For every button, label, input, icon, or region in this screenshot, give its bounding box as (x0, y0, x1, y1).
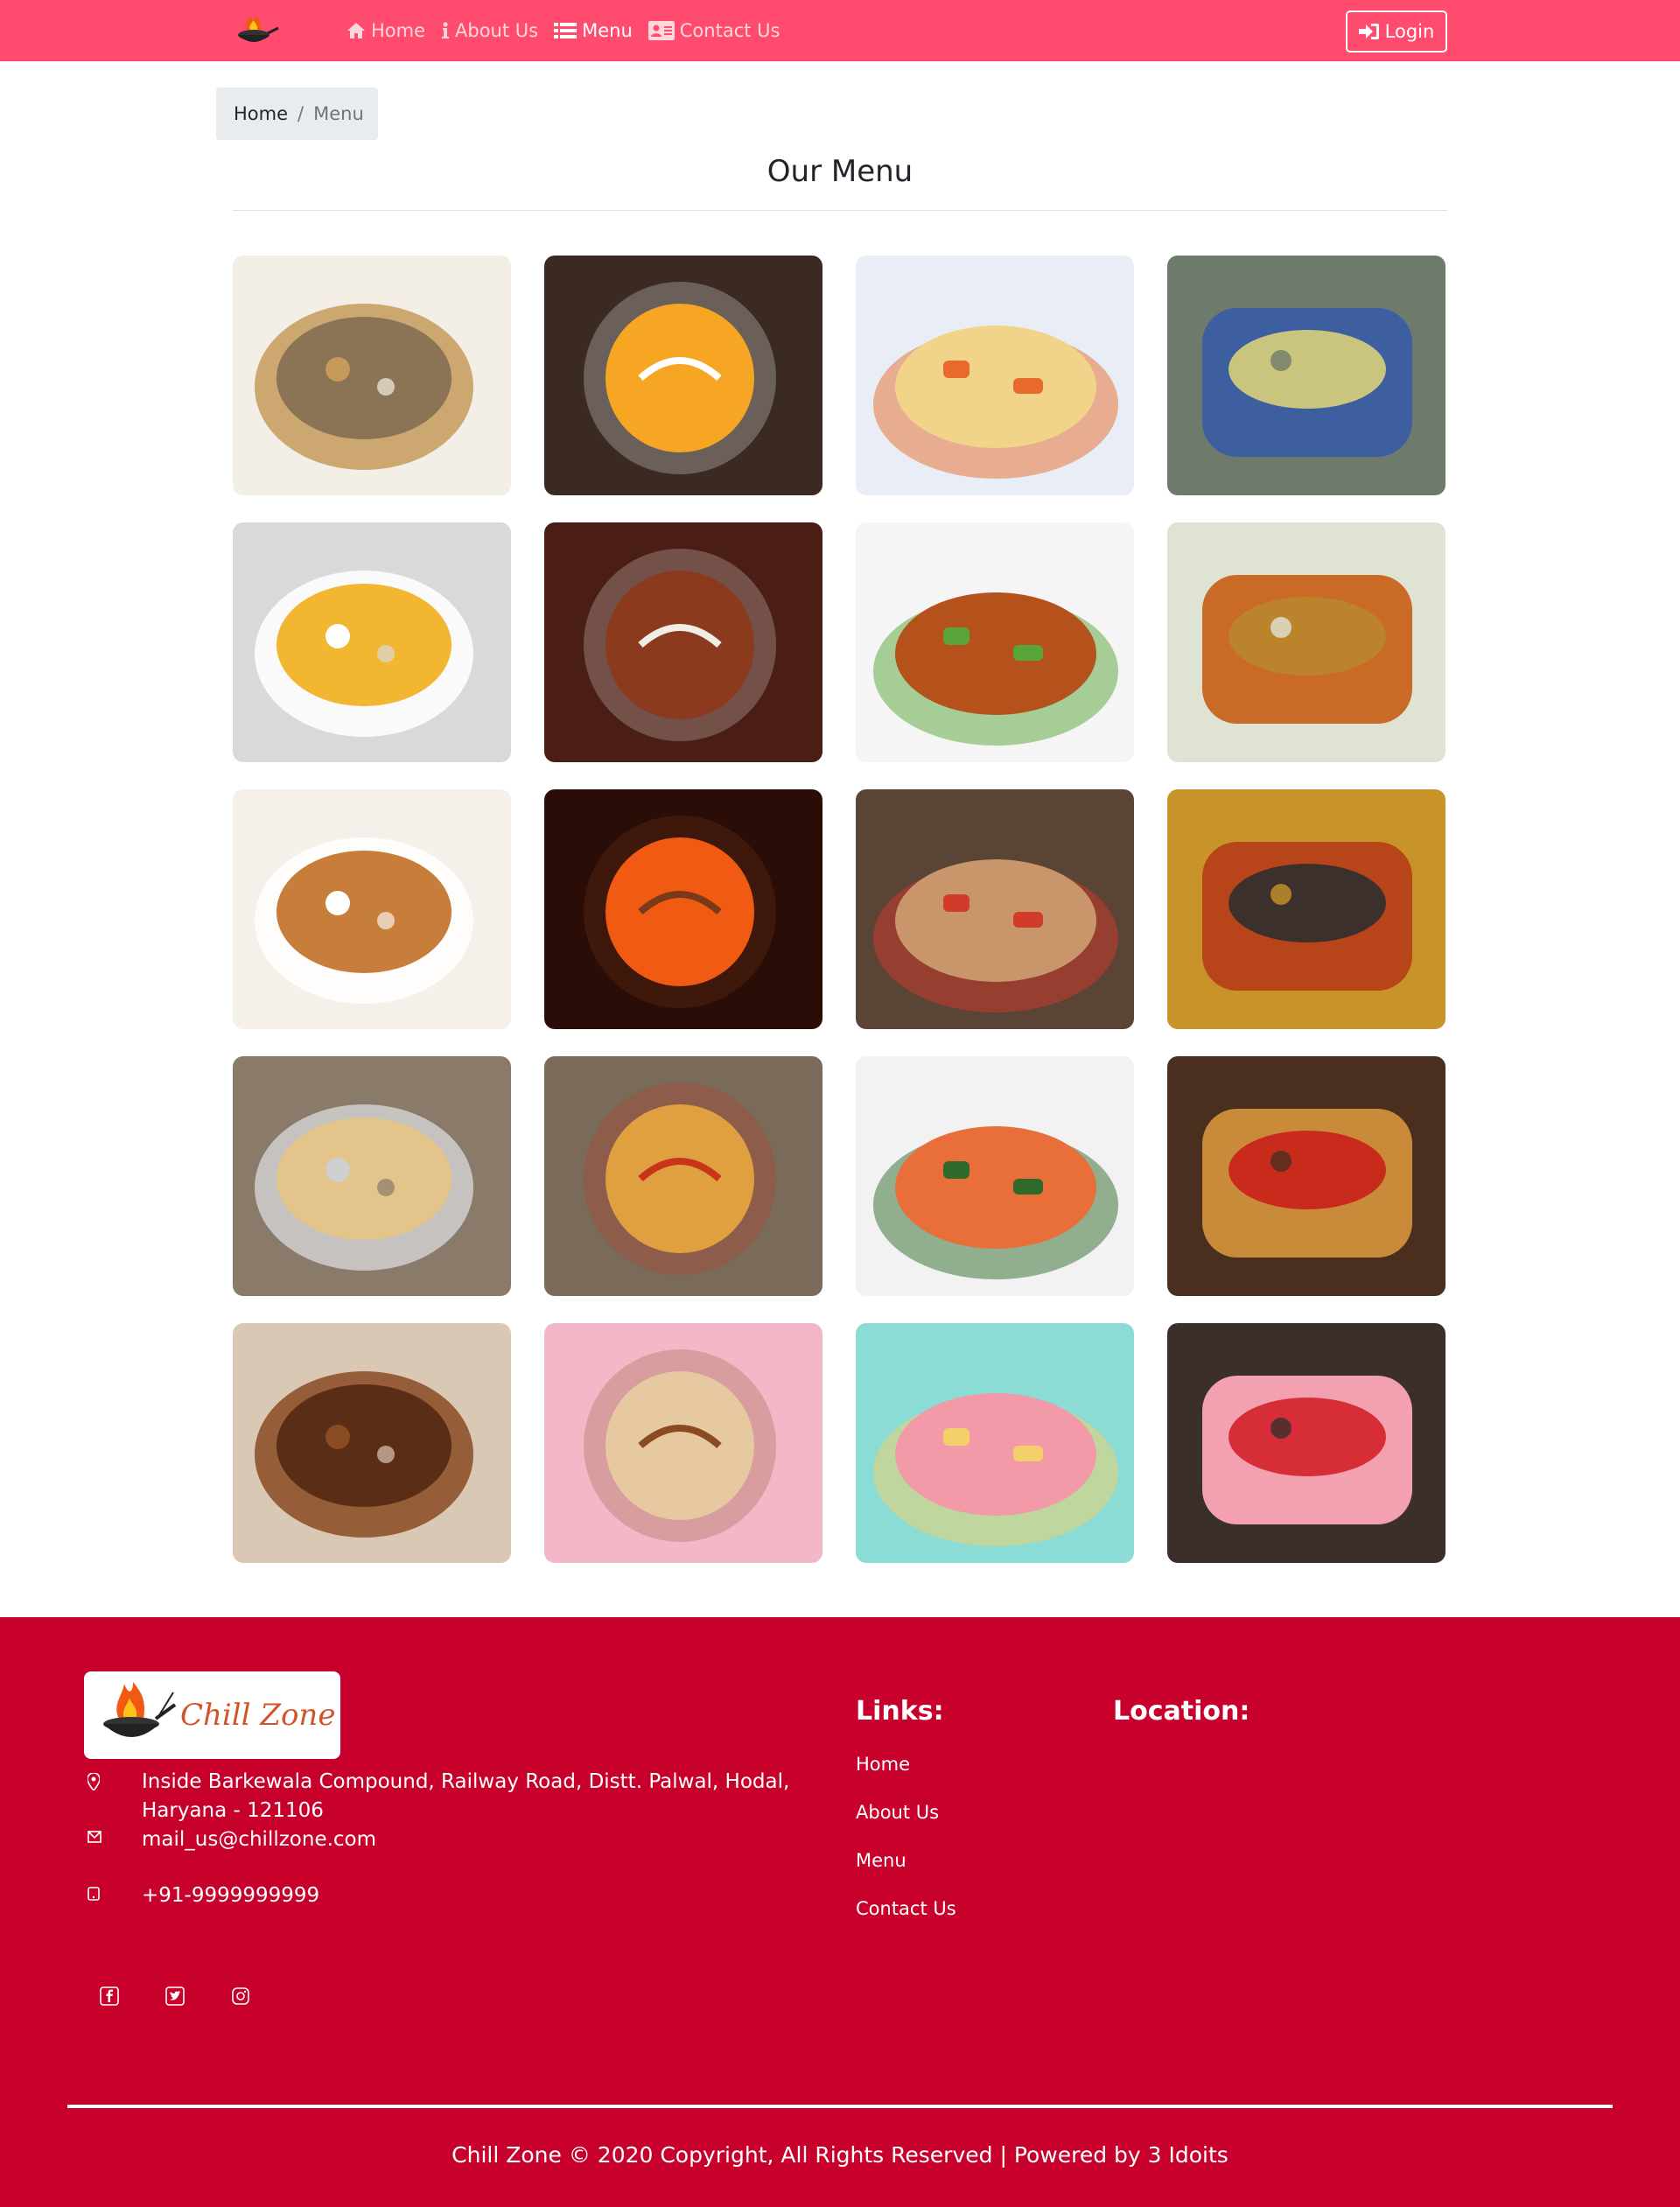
menu-item-chicken-noodle-soup[interactable] (856, 256, 1134, 495)
footer-links-heading: Links: (856, 1696, 944, 1727)
club-sandwich-image (1167, 1056, 1446, 1296)
menu-item-pumpkin-soup[interactable] (544, 256, 822, 495)
phone-icon (84, 1881, 142, 1901)
footer-brand: Chill Zone (180, 1698, 336, 1733)
nav-link-menu[interactable]: Menu (554, 20, 633, 41)
info-icon (441, 22, 450, 39)
menu-item-seekh-kebab[interactable] (544, 522, 822, 762)
nav-link-label: About Us (455, 20, 539, 41)
menu-item-chicken-vegetable-soup[interactable] (233, 256, 511, 495)
address-card-icon (648, 21, 675, 40)
nav-links: Home About Us Menu Contact Us (346, 0, 795, 61)
menu-item-thai-shrimp-soup[interactable] (1167, 256, 1446, 495)
breadcrumb-home[interactable]: Home (234, 103, 288, 124)
macarons-image (856, 1323, 1134, 1563)
footer-logo[interactable]: Chill Zone (84, 1671, 340, 1759)
page-title: Our Menu (766, 154, 914, 189)
chicken-drumsticks-image (856, 522, 1134, 762)
chicken-vegetable-soup-image (233, 256, 511, 495)
footer-address: Inside Barkewala Compound, Railway Road,… (84, 1768, 824, 1825)
envelope-icon (84, 1825, 142, 1843)
breadcrumb-current: Menu (313, 103, 364, 124)
nav-link-contact[interactable]: Contact Us (648, 20, 780, 41)
chicken-nuggets-image (1167, 522, 1446, 762)
instagram-icon[interactable] (229, 1985, 252, 2007)
burrito-wrap-image (856, 789, 1134, 1029)
title-divider (233, 210, 1447, 211)
footer-email: mail_us@chillzone.com (84, 1825, 824, 1854)
menu-item-macarons[interactable] (856, 1323, 1134, 1563)
wok-flame-logo-icon[interactable] (229, 11, 280, 51)
footer-socials (98, 1985, 295, 2007)
menu-item-chocolate-cake[interactable] (233, 1323, 511, 1563)
login-label: Login (1384, 21, 1435, 42)
footer-link-contact[interactable]: Contact Us (856, 1898, 956, 1946)
nav-link-about[interactable]: About Us (441, 20, 538, 41)
chocolate-cake-image (233, 1323, 511, 1563)
pizza-image (544, 1056, 822, 1296)
sign-in-icon (1358, 23, 1380, 40)
nav-link-label: Home (371, 20, 426, 41)
breadcrumb: Home / Menu (216, 88, 378, 140)
twitter-icon[interactable] (164, 1985, 186, 2007)
menu-item-flame-burger[interactable] (544, 789, 822, 1029)
footer-email-text[interactable]: mail_us@chillzone.com (142, 1825, 824, 1854)
strawberry-ice-roll-image (1167, 1323, 1446, 1563)
footer-links: Home About Us Menu Contact Us (856, 1754, 956, 1946)
map-marker-icon (84, 1768, 142, 1790)
menu-item-burrito-wrap[interactable] (856, 789, 1134, 1029)
facebook-icon[interactable] (98, 1985, 121, 2007)
footer-phone-text[interactable]: +91-9999999999 (142, 1881, 824, 1910)
login-button[interactable]: Login (1346, 11, 1447, 53)
nav-link-home[interactable]: Home (346, 20, 425, 41)
flame-burger-image (544, 789, 822, 1029)
grilled-salmon-image (856, 1056, 1134, 1296)
menu-item-club-sandwich[interactable] (1167, 1056, 1446, 1296)
list-icon (554, 22, 578, 39)
menu-item-pizza[interactable] (544, 1056, 822, 1296)
footer: Chill Zone Inside Barkewala Compound, Ra… (0, 1617, 1680, 2207)
garlic-naan-image (233, 1056, 511, 1296)
menu-item-chicken-drumsticks[interactable] (856, 522, 1134, 762)
menu-item-sundae-cone[interactable] (544, 1323, 822, 1563)
cheese-fries-image (233, 522, 511, 762)
wok-flame-logo-icon (93, 1675, 177, 1755)
nav-link-label: Menu (582, 20, 633, 41)
footer-link-about[interactable]: About Us (856, 1802, 956, 1850)
footer-location-heading: Location: (1113, 1696, 1250, 1727)
breadcrumb-separator: / (298, 103, 304, 124)
menu-item-grilled-salmon[interactable] (856, 1056, 1134, 1296)
menu-item-strawberry-ice-roll[interactable] (1167, 1323, 1446, 1563)
footer-address-text: Inside Barkewala Compound, Railway Road,… (142, 1770, 790, 1822)
pumpkin-soup-image (544, 256, 822, 495)
nav-link-label: Contact Us (679, 20, 780, 41)
footer-link-home[interactable]: Home (856, 1754, 956, 1802)
menu-grid (233, 256, 1447, 1563)
chicken-biryani-image (233, 789, 511, 1029)
menu-item-chicken-biryani[interactable] (233, 789, 511, 1029)
footer-link-menu[interactable]: Menu (856, 1850, 956, 1898)
chicken-noodle-soup-image (856, 256, 1134, 495)
menu-item-garlic-naan[interactable] (233, 1056, 511, 1296)
home-icon (346, 22, 366, 39)
thai-shrimp-soup-image (1167, 256, 1446, 495)
copyright: Chill Zone © 2020 Copyright, All Rights … (452, 2142, 1228, 2168)
footer-divider (67, 2105, 1613, 2108)
sundae-cone-image (544, 1323, 822, 1563)
butter-chicken-image (1167, 789, 1446, 1029)
navbar: Home About Us Menu Contact Us Login (0, 0, 1680, 61)
footer-phone: +91-9999999999 (84, 1881, 824, 1910)
menu-item-chicken-nuggets[interactable] (1167, 522, 1446, 762)
seekh-kebab-image (544, 522, 822, 762)
menu-item-butter-chicken[interactable] (1167, 789, 1446, 1029)
menu-item-cheese-fries[interactable] (233, 522, 511, 762)
